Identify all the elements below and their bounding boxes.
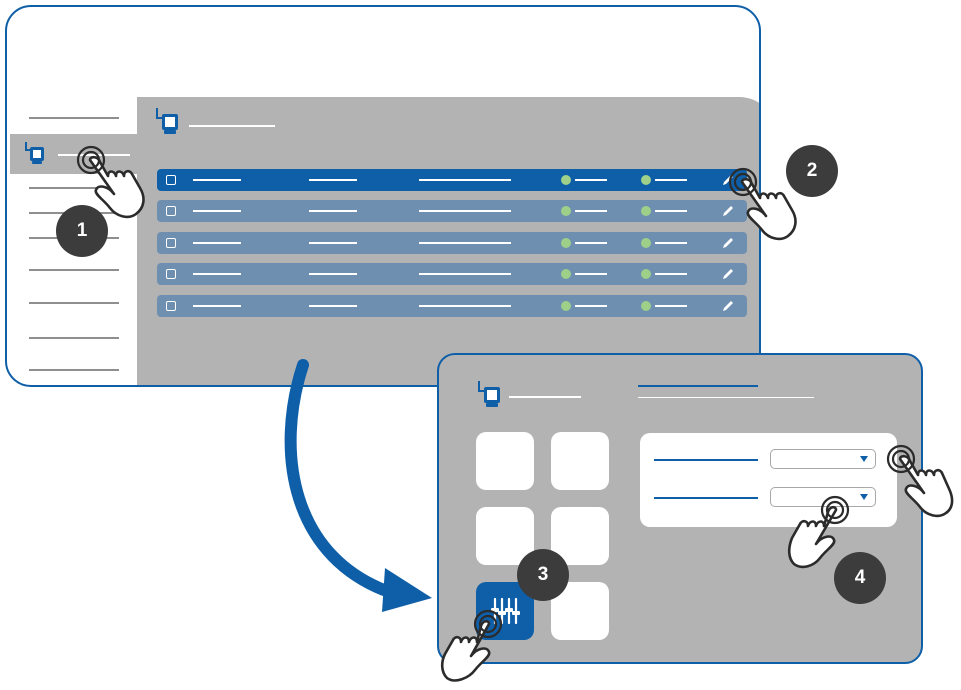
sidebar-item[interactable]	[29, 302, 119, 304]
cell-status	[575, 305, 607, 307]
row-checkbox[interactable]	[166, 206, 176, 216]
sidebar-item[interactable]	[29, 369, 119, 371]
cell-status	[655, 179, 687, 181]
device-icon	[478, 381, 500, 407]
row-checkbox[interactable]	[166, 301, 176, 311]
cell-status	[655, 242, 687, 244]
category-tile[interactable]	[476, 432, 534, 490]
cell-location	[419, 179, 511, 181]
status-dot	[641, 238, 651, 248]
pencil-icon[interactable]	[720, 298, 736, 314]
status-dot	[561, 238, 571, 248]
table-row[interactable]	[157, 295, 747, 317]
section-subheading	[638, 397, 814, 398]
table-row[interactable]	[157, 169, 747, 191]
cell-location	[419, 210, 511, 212]
row-checkbox[interactable]	[166, 238, 176, 248]
cell-location	[419, 273, 511, 275]
cell-status	[655, 273, 687, 275]
status-dot	[561, 175, 571, 185]
cell-name	[193, 179, 241, 181]
sidebar-item[interactable]	[29, 117, 119, 119]
cell-status	[575, 273, 607, 275]
cell-status	[575, 242, 607, 244]
table-row[interactable]	[157, 232, 747, 254]
field-label	[654, 459, 758, 461]
cell-type	[309, 242, 357, 244]
tap-hand-icon	[886, 444, 954, 518]
cell-location	[419, 242, 511, 244]
cell-type	[309, 273, 357, 275]
dropdown-select[interactable]	[770, 449, 876, 469]
cell-name	[193, 210, 241, 212]
settings-title	[509, 396, 581, 398]
page-title	[189, 125, 275, 127]
status-dot	[561, 301, 571, 311]
category-tile[interactable]	[551, 432, 609, 490]
sidebar-item[interactable]	[29, 269, 119, 271]
cell-name	[193, 273, 241, 275]
status-dot	[561, 269, 571, 279]
row-checkbox[interactable]	[166, 269, 176, 279]
cell-status	[575, 179, 607, 181]
device-icon	[156, 108, 178, 134]
pencil-icon[interactable]	[720, 266, 736, 282]
status-dot	[641, 175, 651, 185]
cell-status	[655, 210, 687, 212]
device-icon	[25, 142, 44, 164]
cell-location	[419, 305, 511, 307]
cell-status	[655, 305, 687, 307]
cell-status	[575, 210, 607, 212]
chevron-down-icon	[860, 456, 868, 462]
cell-type	[309, 210, 357, 212]
cell-name	[193, 305, 241, 307]
status-dot	[561, 206, 571, 216]
field-label	[654, 497, 758, 499]
status-dot	[641, 301, 651, 311]
cell-type	[309, 179, 357, 181]
cell-type	[309, 305, 357, 307]
sidebar-item[interactable]	[29, 337, 119, 339]
table-row[interactable]	[157, 263, 747, 285]
status-dot	[641, 206, 651, 216]
row-checkbox[interactable]	[166, 175, 176, 185]
table-row[interactable]	[157, 200, 747, 222]
tap-hand-icon	[76, 145, 145, 219]
step-badge-3: 3	[517, 549, 569, 601]
section-heading	[638, 385, 758, 387]
tap-hand-icon	[440, 609, 503, 682]
tap-hand-icon	[787, 495, 850, 569]
tap-hand-icon	[728, 167, 797, 241]
status-dot	[641, 269, 651, 279]
cell-name	[193, 242, 241, 244]
